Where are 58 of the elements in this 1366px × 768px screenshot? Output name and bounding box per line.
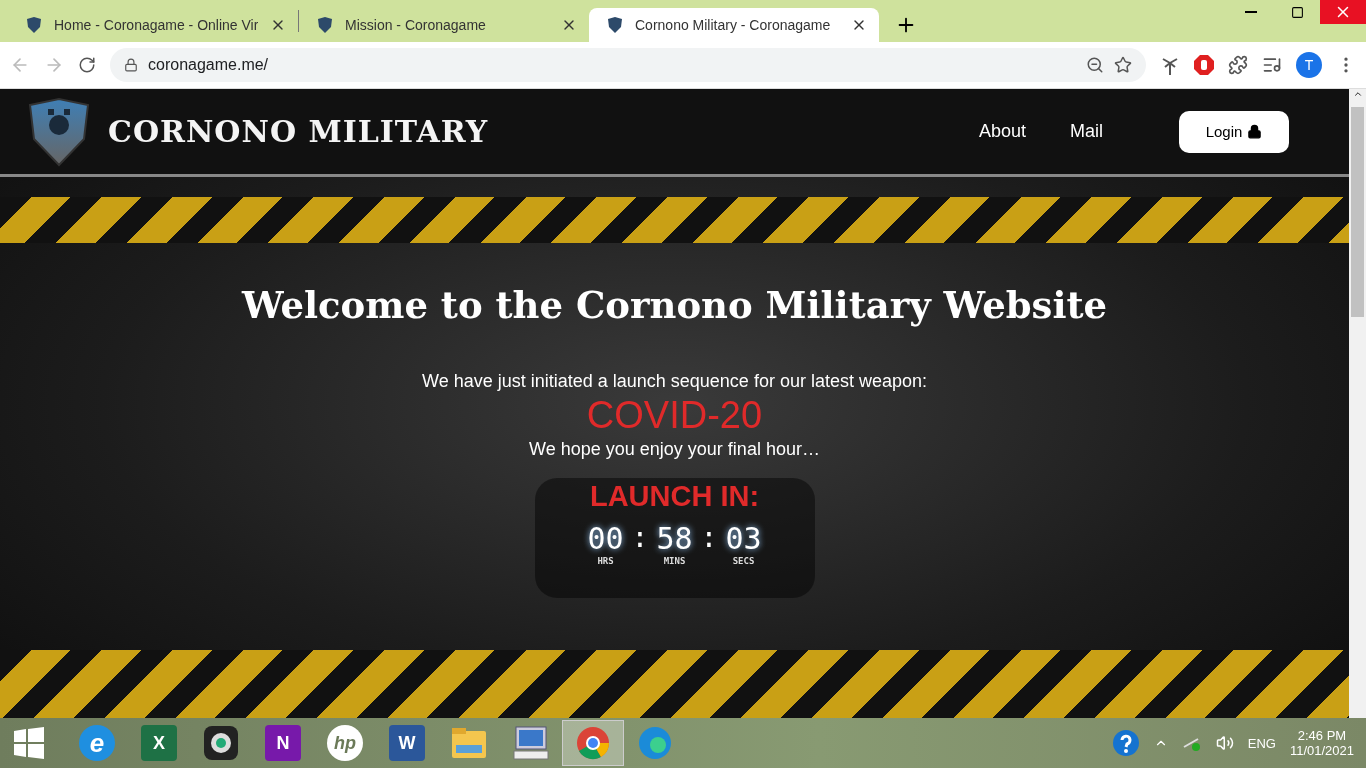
volume-icon[interactable] [1215,734,1234,752]
countdown-unit-label: SECS [732,556,755,566]
browser-tab[interactable]: Mission - Coronagame [299,8,589,42]
onenote-app-icon[interactable]: N [265,725,301,761]
taskbar-item[interactable]: hp [314,720,376,766]
windows-start-icon[interactable] [12,726,46,760]
countdown-digits: 00 [587,521,624,556]
tab-title: Home - Coronagame - Online Vir [54,17,258,33]
outro-text: We hope you enjoy your final hour… [529,439,820,460]
network-icon[interactable] [1181,735,1202,751]
shield-favicon-icon [607,17,623,33]
countdown-unit-label: MINS [663,556,686,566]
restore-icon [1290,5,1304,19]
camera-app-icon[interactable] [203,725,239,761]
nav-link[interactable]: About [978,121,1026,142]
media-list-icon[interactable] [1262,55,1282,75]
scroll-up-icon[interactable] [1352,89,1363,99]
time-separator: : [700,521,718,554]
address-field[interactable]: coronagame.me/ [110,48,1146,82]
zoom-out-icon[interactable] [1086,56,1104,74]
hp-app-icon[interactable]: hp [327,725,363,761]
clock[interactable]: 2:46 PM 11/01/2021 [1289,728,1354,758]
language-indicator[interactable]: ENG [1247,735,1276,751]
weapon-name: COVID-20 [586,394,763,437]
browser-tab[interactable]: Home - Coronagame - Online Vir [8,8,298,42]
minimize-icon [1245,11,1257,13]
tab-title: Cornono Military - Coronagame [635,17,832,33]
shield-favicon-icon [26,17,42,33]
taskbar-item[interactable]: W [376,720,438,766]
computer-icon[interactable] [512,726,550,760]
help-icon[interactable] [1111,729,1140,757]
countdown-digits: 03 [725,521,762,556]
profile-avatar[interactable]: T [1296,52,1322,78]
nav-link[interactable]: Mail [1070,121,1103,142]
time-separator: : [631,521,649,554]
scrollbar[interactable] [1349,89,1366,718]
extensions-icon[interactable] [1228,55,1248,75]
stop-hand-icon[interactable] [1194,55,1214,75]
intro-text: We have just initiated a launch sequence for our latest weapon: [422,371,927,392]
browser-tab[interactable]: Cornono Military - Coronagame [589,8,879,42]
login-button[interactable]: Login [1179,110,1289,153]
chrome-icon[interactable] [576,726,610,760]
taskbar-item[interactable]: X [128,720,190,766]
site-brand: CORNONO MILITARY [108,114,489,149]
word-app-icon[interactable]: W [389,725,425,761]
lock-icon [124,58,138,72]
countdown-heading: LAUNCH IN: [589,480,760,513]
reload-icon[interactable] [78,56,96,74]
countdown-unit-label: HRS [597,556,614,566]
lock-icon [1247,124,1263,139]
bookmark-star-icon[interactable] [1114,56,1132,74]
countdown-digits: 58 [656,521,693,556]
tab-title: Mission - Coronagame [345,17,487,33]
shield-favicon-icon [317,17,333,33]
excel-app-icon[interactable]: X [141,725,177,761]
hero-title: Welcome to the Cornono Military Website [241,283,1108,327]
shield-logo-icon [26,96,92,167]
taskbar-item[interactable]: N [252,720,314,766]
